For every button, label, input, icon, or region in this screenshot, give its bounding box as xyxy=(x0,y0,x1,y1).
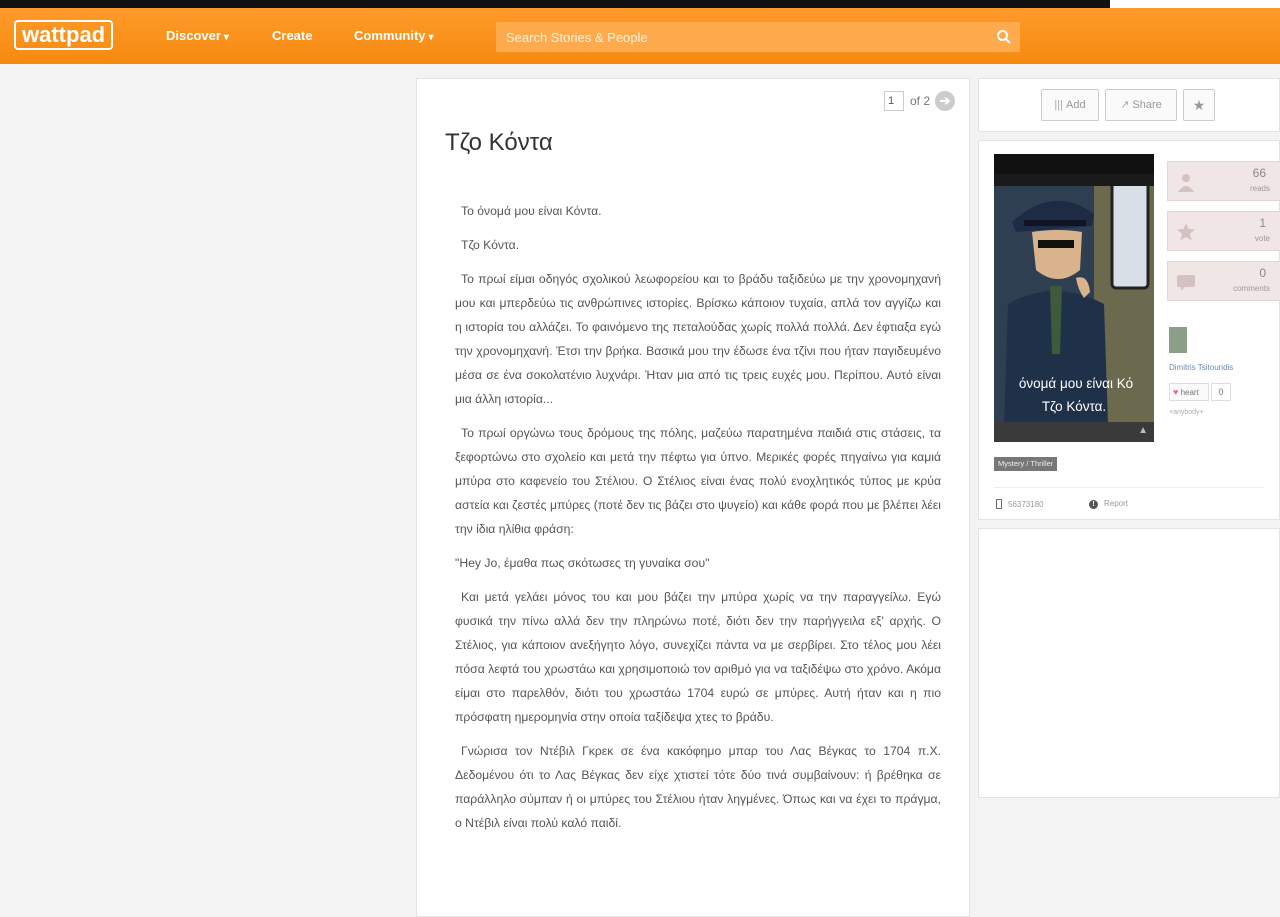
cover-caption-line1: όνομά μου είναι Κό xyxy=(1018,376,1134,391)
cover-toggle-bar[interactable]: ▲ xyxy=(994,422,1154,442)
story-paragraph: Τζο Κόντα. xyxy=(461,238,520,252)
page-number-input[interactable] xyxy=(883,91,904,111)
person-icon xyxy=(1178,174,1194,192)
story-paragraph: Το όνομά μου είναι Κόντα. xyxy=(461,204,602,218)
sidebar-empty-panel xyxy=(978,528,1280,798)
comments-label: comments xyxy=(1233,284,1270,293)
next-page-icon[interactable]: ➔ xyxy=(935,91,955,111)
caret-up-icon: ▲ xyxy=(1138,425,1148,436)
story-cover[interactable]: όνομά μου είναι Κό Τζο Κόντα. ▲ xyxy=(994,154,1154,442)
add-label: Add xyxy=(1066,99,1086,111)
nav-community[interactable]: Community ▾ xyxy=(354,28,434,43)
cover-caption-line2: Τζο Κόντα. xyxy=(1041,399,1107,414)
report-link[interactable]: ! Report xyxy=(1089,499,1128,509)
story-reader: of 2 ➔ Τζο Κόντα Το όνομά μου είναι Κόντ… xyxy=(416,78,970,917)
nav-create[interactable]: Create xyxy=(272,28,312,43)
story-paragraph: Το πρωί οργώνω τους δρόμους της πόλης, μ… xyxy=(455,426,941,536)
genre-tag[interactable]: Mystery / Thriller xyxy=(994,457,1058,471)
divider xyxy=(994,487,1264,488)
heart-label: heart xyxy=(1180,388,1199,397)
heart-icon: ♥ xyxy=(1173,387,1179,397)
comments-stat: 0 comments xyxy=(1167,261,1280,301)
share-label: Share xyxy=(1132,99,1162,111)
story-text: Το όνομά μου είναι Κόντα. Τζο Κόντα. Το … xyxy=(455,199,941,845)
story-paragraph: "Hey Jo, έμαθα πως σκότωσες τη γυναίκα σ… xyxy=(455,556,710,570)
top-border-right xyxy=(1110,0,1280,8)
reads-count: 66 xyxy=(1252,166,1266,180)
reads-stat: 66 reads xyxy=(1167,161,1280,201)
author-name[interactable]: Dimitris Tsitouridis xyxy=(1169,363,1233,372)
share-icon: ↗ xyxy=(1120,99,1130,111)
search-icon[interactable] xyxy=(996,29,1012,45)
nav-discover[interactable]: Discover ▾ xyxy=(166,28,229,43)
nav-community-label: Community xyxy=(354,28,426,43)
vote-button[interactable]: ★ xyxy=(1183,89,1215,121)
story-id: 56373180 xyxy=(996,499,1044,509)
top-border xyxy=(0,0,1110,8)
phone-icon xyxy=(996,499,1002,509)
search-box xyxy=(496,22,1020,52)
author-extra: +anybody+ xyxy=(1169,409,1204,416)
heart-button[interactable]: ♥ heart xyxy=(1169,383,1209,401)
comment-icon xyxy=(1177,275,1195,291)
reads-label: reads xyxy=(1249,184,1270,193)
comments-count: 0 xyxy=(1259,266,1266,280)
alert-icon: ! xyxy=(1089,500,1098,509)
chevron-down-icon: ▾ xyxy=(428,32,434,43)
votes-count: 1 xyxy=(1259,216,1266,230)
story-paragraph: Και μετά γελάει μόνος του και μου βάζει … xyxy=(455,590,941,724)
story-title: Τζο Κόντα xyxy=(445,129,553,156)
nav-create-label: Create xyxy=(272,28,313,43)
share-button[interactable]: ↗ Share xyxy=(1105,89,1177,121)
wattpad-logo[interactable]: wattpad xyxy=(14,20,114,50)
votes-stat: 1 vote xyxy=(1167,211,1280,251)
story-actions: ||| Add ↗ Share ★ xyxy=(978,78,1280,132)
page-total: of 2 xyxy=(909,94,930,108)
chevron-down-icon: ▾ xyxy=(223,32,229,43)
page-navigator: of 2 ➔ xyxy=(883,91,955,111)
author-avatar[interactable] xyxy=(1169,327,1187,353)
story-paragraph: Γνώρισα τον Ντέβιλ Γκρεκ σε ένα κακόφημο… xyxy=(455,744,941,830)
add-button[interactable]: ||| Add xyxy=(1041,89,1099,121)
top-navbar: wattpad Discover ▾ Create Community ▾ xyxy=(0,8,1280,64)
story-info-card: όνομά μου είναι Κό Τζο Κόντα. ▲ 66 reads… xyxy=(978,140,1280,520)
story-paragraph: Το πρωί είμαι οδηγός σχολικού λεωφορείου… xyxy=(455,272,941,406)
votes-label: vote xyxy=(1254,234,1270,243)
star-icon: ★ xyxy=(1192,97,1206,113)
heart-count: 0 xyxy=(1211,383,1231,401)
nav-discover-label: Discover xyxy=(166,28,221,43)
search-input[interactable] xyxy=(496,22,986,52)
report-label: Report xyxy=(1104,499,1129,508)
library-icon: ||| xyxy=(1054,99,1063,111)
story-id-value: 56373180 xyxy=(1008,500,1044,509)
star-icon xyxy=(1177,223,1195,241)
